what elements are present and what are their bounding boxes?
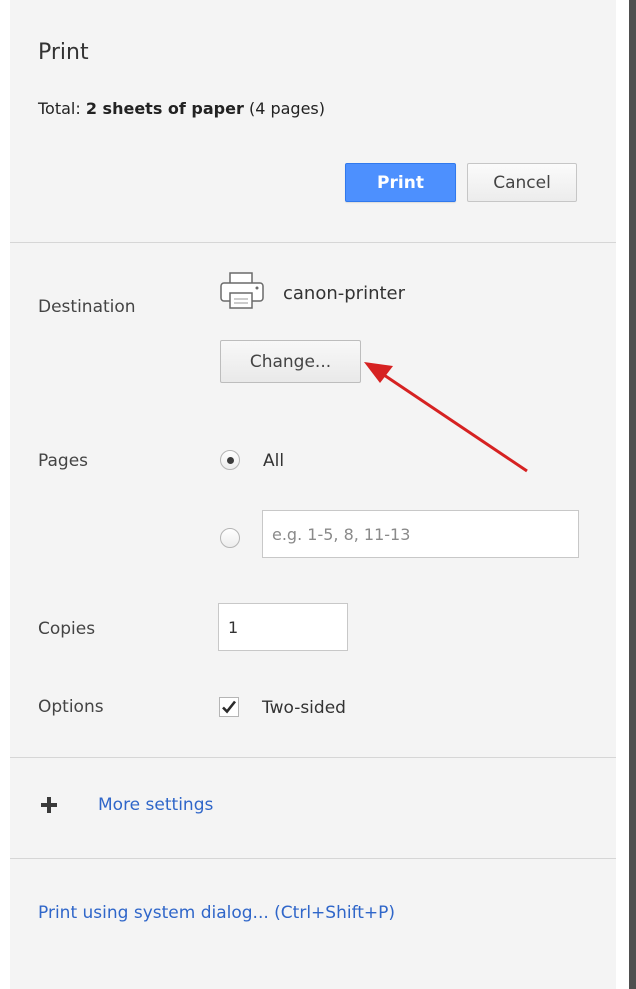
print-settings [10, 244, 616, 758]
summary-pages: (4 pages) [243, 99, 326, 118]
preview-divider [629, 0, 636, 989]
checkmark-icon [222, 700, 237, 714]
page-title: Print [38, 40, 89, 65]
destination-label: Destination [38, 297, 136, 317]
two-sided-label: Two-sided [262, 698, 346, 718]
left-margin [0, 0, 10, 989]
printer-icon [220, 272, 264, 309]
summary-sheets: 2 sheets of paper [85, 99, 244, 118]
summary-prefix: Total: [38, 99, 86, 118]
cancel-button[interactable]: Cancel [467, 163, 577, 202]
copies-input[interactable] [218, 603, 348, 651]
copies-label: Copies [38, 619, 96, 639]
print-button[interactable]: Print [345, 163, 456, 202]
pages-label: Pages [38, 451, 89, 471]
pages-range-input[interactable] [262, 510, 579, 558]
system-dialog-link[interactable]: Print using system dialog... (Ctrl+Shift… [38, 903, 395, 923]
print-sidebar: Print Total: 2 sheets of paper (4 pages)… [10, 0, 616, 989]
options-label: Options [38, 697, 104, 717]
pages-all-radio[interactable] [220, 450, 240, 470]
change-destination-button[interactable]: Change... [220, 340, 361, 383]
print-summary: Total: 2 sheets of paper (4 pages) [38, 99, 325, 118]
plus-icon[interactable] [40, 796, 58, 814]
footer [10, 860, 616, 989]
two-sided-checkbox[interactable] [219, 697, 239, 717]
more-settings-link[interactable]: More settings [98, 795, 213, 815]
pages-range-radio[interactable] [220, 528, 240, 548]
print-header: Print Total: 2 sheets of paper (4 pages)… [10, 0, 616, 243]
printer-name: canon-printer [283, 283, 406, 304]
pages-all-label: All [263, 451, 285, 471]
